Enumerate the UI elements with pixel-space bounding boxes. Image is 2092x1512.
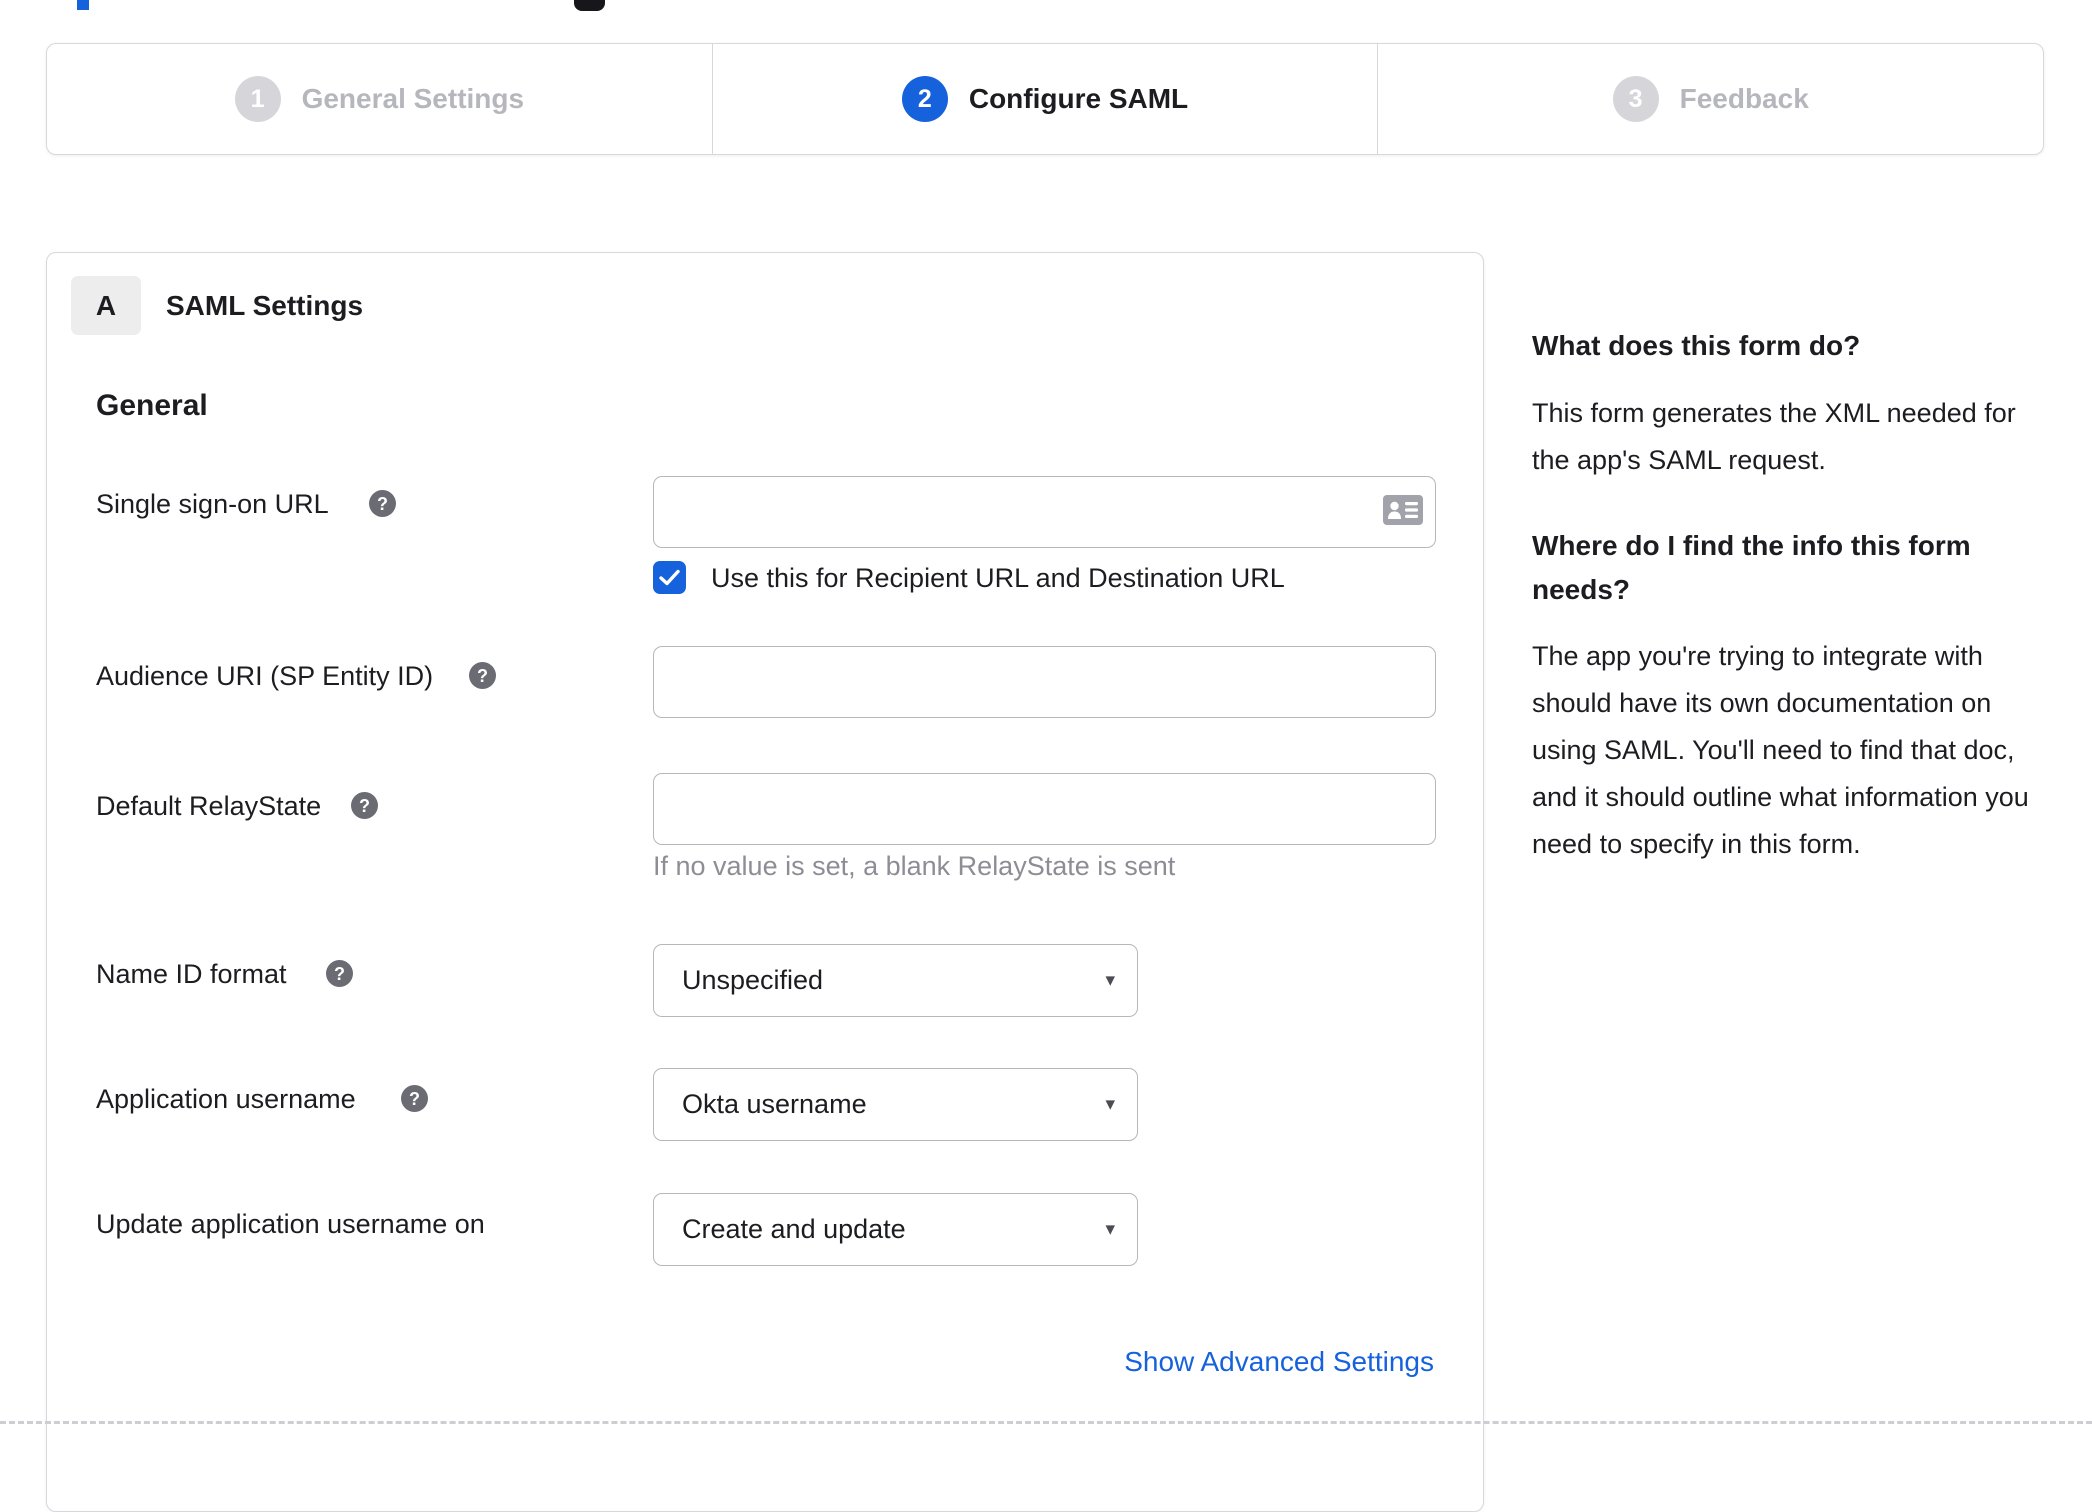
name-id-format-value: Unspecified [682,965,824,995]
chevron-down-icon: ▾ [1105,970,1115,991]
step-1-label: General Settings [301,83,525,114]
relay-state-help-icon[interactable]: ? [351,792,378,819]
audience-uri-input[interactable] [653,646,1436,718]
cutoff-dark-icon [574,0,605,11]
sidebar-heading-where: Where do I find the info this form needs… [1532,530,1971,605]
sidebar-heading-what: What does this form do? [1532,330,1861,361]
app-username-select[interactable]: Okta username ▾ [653,1068,1138,1141]
name-id-format-select[interactable]: Unspecified ▾ [653,944,1138,1017]
general-group-title: General [96,389,208,422]
section-title: SAML Settings [166,290,364,321]
relay-state-input[interactable] [653,773,1436,845]
sso-url-help-icon[interactable]: ? [369,490,396,517]
chevron-down-icon: ▾ [1105,1219,1115,1240]
audience-uri-help-icon[interactable]: ? [469,662,496,689]
step-2-label: Configure SAML [968,83,1189,114]
relay-state-hint: If no value is set, a blank RelayState i… [653,851,1176,881]
update-username-label: Update application username on [96,1209,485,1239]
app-username-help-icon[interactable]: ? [401,1085,428,1112]
relay-state-label: Default RelayState [96,791,322,821]
checkmark-icon [659,569,680,586]
chevron-down-icon: ▾ [1105,1094,1115,1115]
section-a-badge: A [71,276,141,335]
use-this-checkbox-label[interactable]: Use this for Recipient URL and Destinati… [711,563,1285,594]
sidebar-paragraph-what: This form generates the XML needed for t… [1532,398,2016,475]
saml-settings-panel: A SAML Settings General Single sign-on U… [46,252,1484,1512]
name-id-format-help-icon[interactable]: ? [326,960,353,987]
step-feedback[interactable]: 3 Feedback [1377,44,2043,154]
address-card-icon [1383,495,1423,525]
update-username-select[interactable]: Create and update ▾ [653,1193,1138,1266]
sidebar-paragraph-where: The app you're trying to integrate with … [1532,641,2029,859]
show-advanced-settings-link[interactable]: Show Advanced Settings [1124,1346,1434,1378]
audience-uri-label: Audience URI (SP Entity ID) [96,661,434,691]
wizard-stepper: 1 General Settings 2 Configure SAML 3 Fe… [46,43,2044,155]
step-configure-saml[interactable]: 2 Configure SAML [711,44,1378,154]
step-3-number-badge: 3 [1612,76,1659,122]
update-username-value: Create and update [682,1214,906,1244]
app-username-value: Okta username [682,1089,867,1119]
sso-url-input[interactable] [653,476,1436,548]
cutoff-blue-element [77,0,89,10]
name-id-format-label: Name ID format [96,959,287,989]
step-general-settings[interactable]: 1 General Settings [47,44,712,154]
app-username-label: Application username [96,1084,356,1114]
step-1-number-badge: 1 [234,76,281,122]
bottom-dashed-divider [0,1421,2092,1424]
step-2-number-badge: 2 [901,76,948,122]
sso-url-label: Single sign-on URL [96,489,329,519]
step-3-label: Feedback [1679,83,1809,114]
use-this-checkbox[interactable] [653,561,686,594]
